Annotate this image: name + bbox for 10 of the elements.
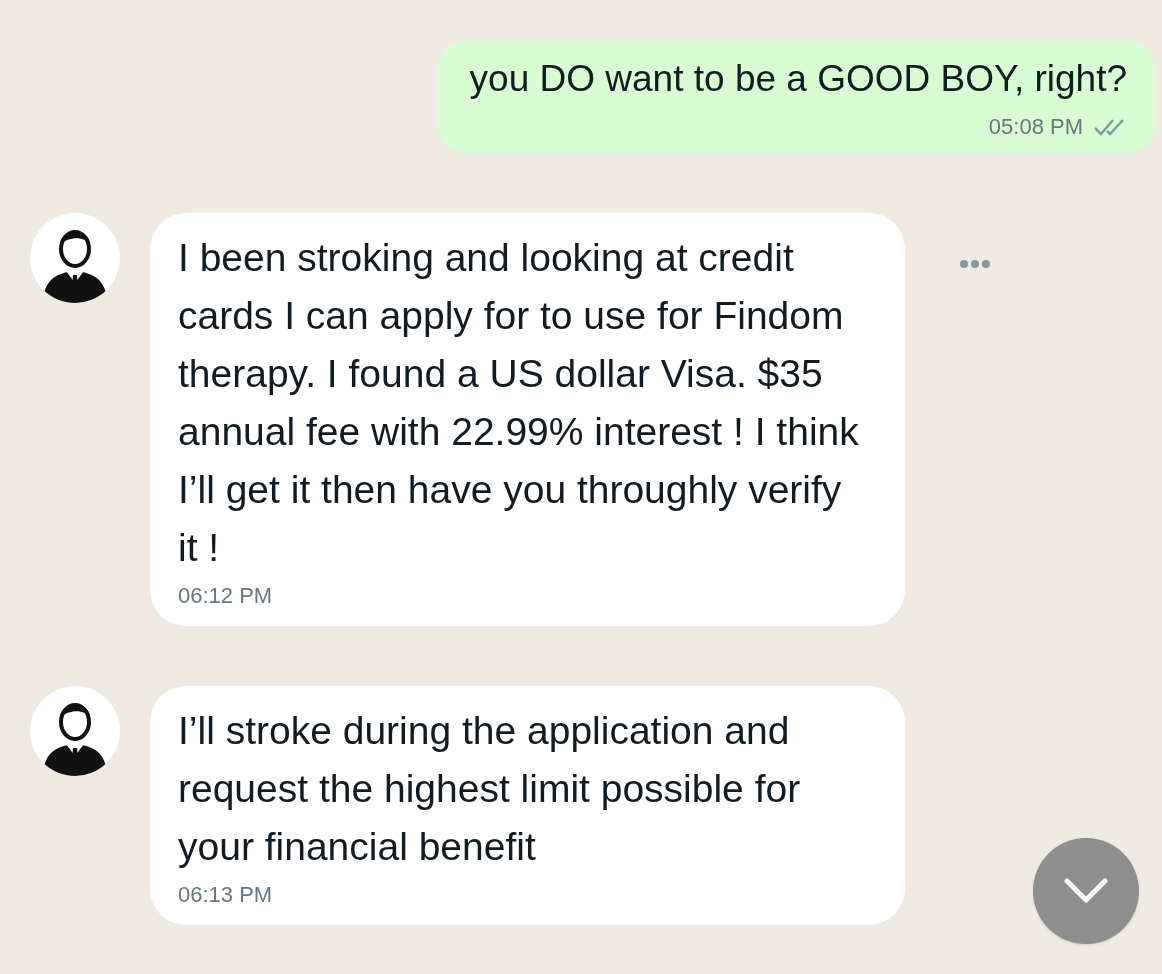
message-text: I’ll stroke during the application and request the highest limit possible for your financial benefit bbox=[178, 708, 802, 870]
message-time: 06:13 PM bbox=[178, 881, 274, 909]
avatar-icon[interactable] bbox=[30, 213, 120, 303]
message-time: 06:12 PM bbox=[178, 582, 274, 610]
chevron-down-icon bbox=[1064, 878, 1108, 904]
more-options-icon[interactable] bbox=[959, 259, 991, 269]
message-text: I been stroking and looking at credit cards I can apply for to use for Findom therapy. I found a US dollar Visa. $35 annual fee with 22.99% interest ! I think I’ll get it then have you throughly verify it ! bbox=[178, 235, 860, 571]
message-time: 05:08 PM bbox=[988, 113, 1083, 141]
message-text: you DO want to be a GOOD BOY, right? bbox=[469, 57, 1127, 101]
avatar-icon[interactable] bbox=[30, 686, 120, 776]
